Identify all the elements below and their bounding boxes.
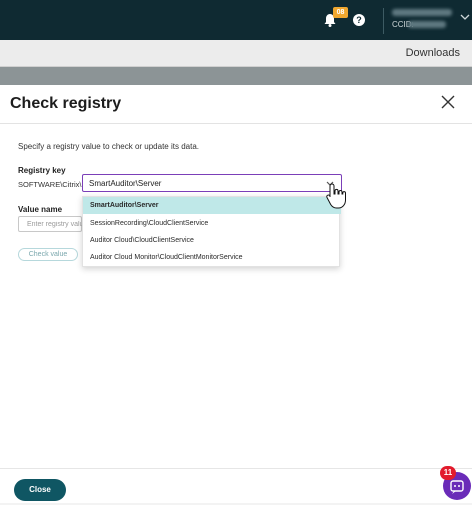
dropdown-option[interactable]: Auditor Cloud Monitor\CloudClientMonitor… <box>83 249 341 266</box>
account-name-redacted <box>392 9 452 16</box>
registry-key-select[interactable]: SmartAuditor\Server <box>82 174 342 192</box>
selected-registry-key: SmartAuditor\Server <box>89 179 162 188</box>
ccid-value-redacted <box>408 21 446 28</box>
top-header: 08 ? CCID: <box>0 0 472 40</box>
dialog-description: Specify a registry value to check or upd… <box>18 142 199 151</box>
close-icon[interactable] <box>439 93 457 111</box>
dropdown-option[interactable]: Auditor Cloud\CloudClientService <box>83 232 341 249</box>
value-name-label: Value name <box>18 205 63 214</box>
hand-cursor-icon <box>326 183 346 209</box>
registry-prefix: SOFTWARE\Citrix\ <box>18 180 82 189</box>
registry-key-label: Registry key <box>18 166 66 175</box>
value-name-input[interactable]: Enter registry value <box>18 216 83 232</box>
check-registry-dialog: Check registry Specify a registry value … <box>0 85 472 503</box>
check-value-button[interactable]: Check value <box>18 248 78 261</box>
assistant-badge: 11 <box>440 466 456 480</box>
notification-badge: 08 <box>333 7 348 18</box>
footer-divider <box>0 468 472 469</box>
close-button[interactable]: Close <box>14 479 66 501</box>
header-divider <box>383 8 384 34</box>
help-icon[interactable]: ? <box>353 14 365 26</box>
overlay-backdrop <box>0 67 472 87</box>
dropdown-option[interactable]: SessionRecording\CloudClientService <box>83 215 341 232</box>
chevron-down-icon[interactable] <box>460 12 470 22</box>
value-name-placeholder: Enter registry value <box>27 221 83 228</box>
dropdown-option[interactable]: SmartAuditor\Server <box>83 197 341 214</box>
header-divider-line <box>0 123 472 124</box>
registry-key-dropdown: SmartAuditor\Server SessionRecording\Clo… <box>82 196 341 267</box>
secondary-toolbar: Downloads <box>0 40 472 67</box>
downloads-link[interactable]: Downloads <box>406 47 460 59</box>
dialog-title: Check registry <box>10 95 122 112</box>
